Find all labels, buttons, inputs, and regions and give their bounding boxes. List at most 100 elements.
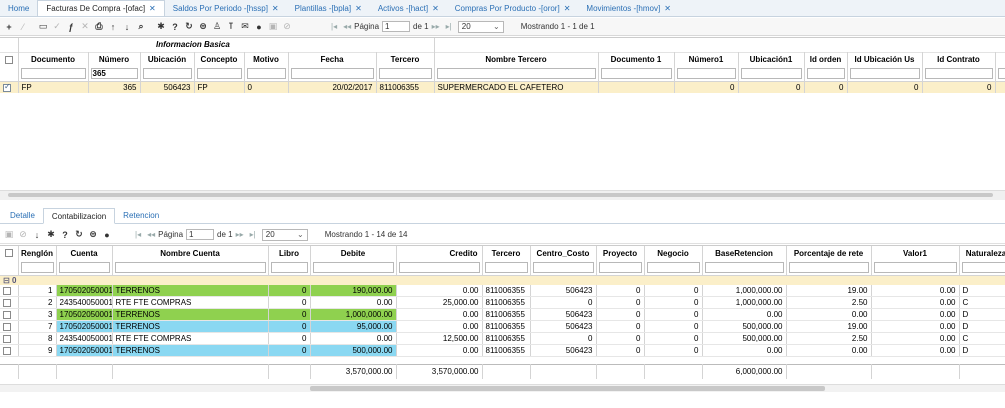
function-icon[interactable]: ƒ	[64, 20, 78, 34]
col-numero[interactable]: Número	[88, 52, 141, 66]
table-row[interactable]: 3 170502050001 TERRENOS 0 1,000,000.00 0.00 81…	[0, 308, 1005, 321]
filter-debite[interactable]	[312, 261, 394, 273]
table-row[interactable]: 7 170502050001 TERRENOS 0 95,000.00 0.00 81100…	[0, 320, 1005, 333]
group-row[interactable]: ⊟ 0	[0, 275, 1005, 285]
record-icon[interactable]: ●	[252, 20, 266, 34]
filter-credito[interactable]	[398, 261, 480, 273]
row-select-cell[interactable]	[0, 308, 19, 321]
col-fecha[interactable]: Fecha	[288, 52, 377, 66]
filter-centro-costo[interactable]	[532, 261, 594, 273]
filter-documento1[interactable]	[600, 67, 672, 79]
row-checkbox[interactable]	[3, 322, 11, 331]
tab-movimientos[interactable]: Movimientos -[hmov] ✕	[578, 0, 679, 16]
prev-page-icon[interactable]: ◂◂	[147, 230, 155, 239]
row-select-cell[interactable]	[0, 332, 19, 345]
filter-icon[interactable]: ⊜	[196, 20, 210, 34]
tab-activos[interactable]: Activos -[hact] ✕	[370, 0, 447, 16]
filter-extra[interactable]	[997, 67, 1005, 79]
block-icon[interactable]: ⊘	[16, 228, 30, 242]
row-checkbox[interactable]	[3, 298, 11, 307]
close-icon[interactable]: ✕	[664, 4, 671, 13]
col-id-ubicacion-us[interactable]: Id Ubicación Us	[847, 52, 923, 66]
page-size-select[interactable]: 20 ⌄	[457, 20, 504, 33]
select-all-checkbox[interactable]	[4, 55, 13, 64]
col-proyecto[interactable]: Proyecto	[596, 246, 645, 260]
table-row[interactable]: 9 170502050001 TERRENOS 0 500,000.00 0.00 8110…	[0, 344, 1005, 357]
col-nombre-cuenta[interactable]: Nombre Cuenta	[112, 246, 269, 260]
col-renglon[interactable]: Renglón	[18, 246, 57, 260]
confirm-icon[interactable]: ✓	[50, 20, 64, 34]
filter-icon[interactable]: ⊜	[86, 228, 100, 242]
first-page-icon[interactable]: |◂	[135, 230, 141, 239]
filter-numero[interactable]: 365	[90, 67, 138, 79]
col-naturaleza[interactable]: Naturaleza	[959, 246, 1005, 260]
scroll-thumb[interactable]	[310, 386, 825, 391]
filter-naturaleza[interactable]	[961, 261, 1005, 273]
tab-home[interactable]: Home	[0, 0, 37, 16]
pin-icon[interactable]: ⊺	[224, 20, 238, 34]
close-icon[interactable]: ✕	[149, 4, 156, 13]
filter-concepto[interactable]	[196, 67, 242, 79]
page-size-select[interactable]: 20 ⌄	[261, 228, 308, 241]
download-icon[interactable]: ↓	[30, 228, 44, 242]
row-checkbox[interactable]	[3, 82, 11, 92]
filter-porcentaje-retencion[interactable]	[788, 261, 869, 273]
col-id-contrato[interactable]: Id Contrato	[922, 52, 996, 66]
col-motivo[interactable]: Motivo	[244, 52, 289, 66]
tab-saldos-por-periodo[interactable]: Saldos Por Periodo -[hssp] ✕	[165, 0, 287, 16]
row-checkbox[interactable]	[3, 286, 11, 295]
last-page-icon[interactable]: ▸|	[250, 230, 256, 239]
filter-motivo[interactable]	[246, 67, 286, 79]
first-page-icon[interactable]: |◂	[331, 22, 337, 31]
save-icon[interactable]: ▣	[266, 20, 280, 34]
close-icon[interactable]: ✕	[272, 4, 279, 13]
col-nombre-tercero[interactable]: Nombre Tercero	[434, 52, 599, 66]
last-page-icon[interactable]: ▸|	[446, 22, 452, 31]
row-select-cell[interactable]	[0, 344, 19, 357]
col-ubicacion1[interactable]: Ubicación1	[738, 52, 805, 66]
filter-libro[interactable]	[270, 261, 308, 273]
upload-icon[interactable]: ↑	[106, 20, 120, 34]
select-all-checkbox[interactable]	[4, 249, 13, 258]
filter-id-orden[interactable]	[806, 67, 845, 79]
tab-detalle[interactable]: Detalle	[2, 207, 43, 223]
table-row[interactable]: 2 243540050001 RTE FTE COMPRAS 0 0.00 25,000.…	[0, 296, 1005, 309]
table-row[interactable]: FP 365 506423 FP 0 20/02/2017 811006355 …	[0, 81, 1005, 93]
filter-fecha[interactable]	[290, 67, 374, 79]
filter-nombre-tercero[interactable]	[436, 67, 596, 79]
bottom-horizontal-scrollbar[interactable]	[0, 384, 1005, 392]
filter-documento[interactable]	[20, 67, 86, 79]
filter-cuenta[interactable]	[58, 261, 110, 273]
prev-page-icon[interactable]: ◂◂	[343, 22, 351, 31]
user-icon[interactable]: ♙	[210, 20, 224, 34]
search-icon[interactable]: ⌕	[134, 20, 148, 34]
download-icon[interactable]: ↓	[120, 20, 134, 34]
close-icon[interactable]: ✕	[355, 4, 362, 13]
close-icon[interactable]: ✕	[432, 4, 439, 13]
tab-contabilizacion[interactable]: Contabilizacion	[42, 208, 116, 224]
col-base-retencion[interactable]: BaseRetencion	[702, 246, 787, 260]
close-icon[interactable]: ✕	[564, 4, 571, 13]
col-concepto[interactable]: Concepto	[194, 52, 245, 66]
row-select-cell[interactable]	[0, 296, 19, 309]
col-centro-costo[interactable]: Centro_Costo	[530, 246, 597, 260]
filter-proyecto[interactable]	[598, 261, 642, 273]
mail-icon[interactable]: ✉	[238, 20, 252, 34]
edit-icon[interactable]: ⁄	[16, 20, 30, 34]
page-input[interactable]: 1	[382, 21, 411, 32]
tab-plantillas[interactable]: Plantillas -[bpla] ✕	[287, 0, 370, 16]
block-icon[interactable]: ⊘	[280, 20, 294, 34]
col-cuenta[interactable]: Cuenta	[56, 246, 113, 260]
table-row[interactable]: 1 170502050001 TERRENOS 0 190,000.00 0.00 8110…	[0, 284, 1005, 297]
col-numero1[interactable]: Número1	[674, 52, 739, 66]
col-valor1[interactable]: Valor1	[871, 246, 960, 260]
row-checkbox[interactable]	[3, 334, 11, 343]
col-documento1[interactable]: Documento 1	[598, 52, 675, 66]
table-row[interactable]: 8 243540050001 RTE FTE COMPRAS 0 0.00 12,500.…	[0, 332, 1005, 345]
row-select-cell[interactable]	[0, 320, 19, 333]
col-documento[interactable]: Documento	[18, 52, 89, 66]
col-id-orden[interactable]: Id orden	[804, 52, 848, 66]
col-credito[interactable]: Credito	[396, 246, 483, 260]
gear-icon[interactable]: ✱	[44, 228, 58, 242]
help-icon[interactable]: ?	[168, 20, 182, 34]
